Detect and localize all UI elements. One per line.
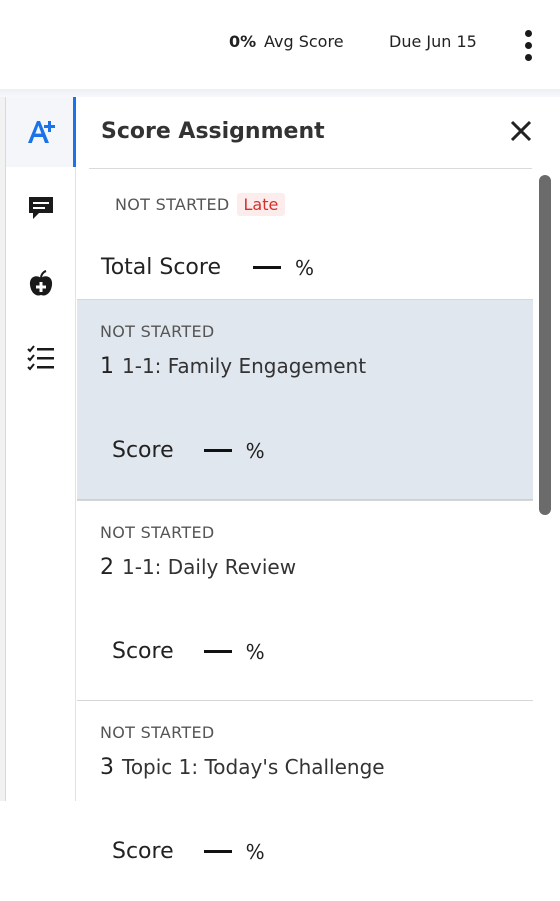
due-date: Due Jun 15: [389, 32, 477, 51]
question-title: 2 1-1: Daily Review: [100, 555, 296, 580]
question-score-pct: %: [245, 639, 265, 664]
question-score-dash: [203, 449, 232, 452]
question-item[interactable]: NOT STARTED 1 1-1: Family Engagement Sco…: [77, 299, 533, 500]
question-status: NOT STARTED: [100, 322, 215, 341]
a-plus-icon: [27, 121, 55, 143]
question-score-label: Score: [112, 438, 174, 463]
checklist-icon: [27, 345, 54, 371]
question-item[interactable]: NOT STARTED 2 1-1: Daily Review Score %: [77, 500, 533, 701]
total-score-dash: [253, 266, 281, 269]
question-status: NOT STARTED: [100, 523, 215, 542]
rail-item-score-assignment[interactable]: [6, 97, 76, 167]
question-score-dash: [203, 650, 232, 653]
question-title: 3 Topic 1: Today's Challenge: [100, 755, 385, 780]
rail-item-checklist[interactable]: [6, 323, 76, 393]
rail-item-add-apple[interactable]: [6, 249, 76, 319]
panel-divider: [89, 168, 532, 169]
question-name: Topic 1: Today's Challenge: [122, 755, 385, 779]
question-number: 3: [100, 755, 114, 780]
question-number: 2: [100, 555, 114, 580]
question-score-pct: %: [245, 839, 265, 864]
close-icon[interactable]: [508, 118, 534, 144]
late-badge: Late: [236, 193, 286, 216]
assignment-status: NOT STARTED: [115, 195, 230, 214]
question-score-pct: %: [245, 438, 265, 463]
total-score-pct: %: [295, 255, 315, 280]
total-score-label: Total Score: [101, 255, 221, 280]
apple-plus-icon: [29, 270, 53, 296]
comment-icon: [29, 197, 53, 219]
score-assignment-panel: Score Assignment NOT STARTED Late Total …: [77, 97, 560, 864]
question-score-row: Score %: [112, 438, 265, 463]
panel-title: Score Assignment: [101, 119, 325, 144]
question-score-label: Score: [112, 639, 174, 664]
question-title: 1 1-1: Family Engagement: [100, 354, 366, 379]
scrollbar-thumb[interactable]: [539, 175, 551, 515]
assignment-status-row: NOT STARTED Late: [115, 193, 286, 216]
question-name: 1-1: Family Engagement: [122, 354, 367, 378]
topbar-shadow: [0, 89, 560, 97]
top-bar: 0% Avg Score Due Jun 15: [0, 0, 560, 90]
side-rail: [6, 97, 76, 801]
question-score-label: Score: [112, 839, 174, 864]
question-status: NOT STARTED: [100, 723, 215, 742]
question-score-row: Score %: [112, 639, 265, 664]
rail-item-comments[interactable]: [6, 173, 76, 243]
kebab-menu-icon[interactable]: [520, 27, 538, 63]
avg-score-label: Avg Score: [264, 32, 344, 51]
total-score-row: Total Score %: [101, 255, 314, 280]
question-score-row: Score %: [112, 839, 265, 864]
question-number: 1: [100, 354, 114, 379]
avg-score-value: 0%: [229, 32, 257, 51]
question-score-dash: [203, 850, 232, 853]
question-name: 1-1: Daily Review: [122, 555, 297, 579]
